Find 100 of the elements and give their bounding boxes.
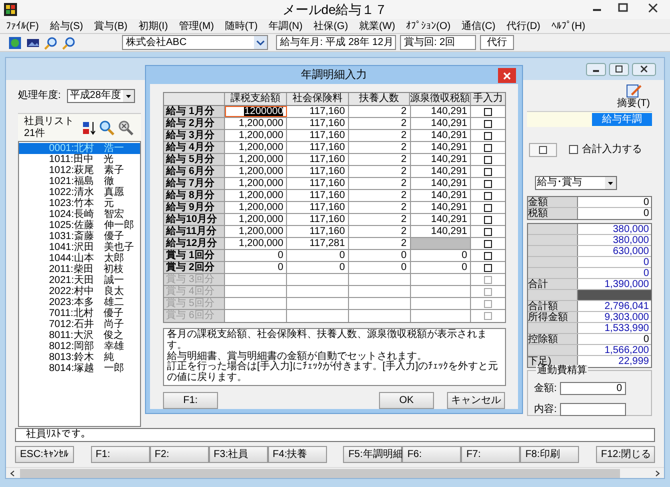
employee-item[interactable]: 1021:福島 徹	[19, 176, 140, 187]
sort-icon[interactable]	[82, 120, 96, 136]
proxy-button[interactable]: 代行	[480, 35, 514, 50]
checkbox[interactable]	[484, 120, 492, 128]
employee-item[interactable]: 7011:北村 優子	[19, 308, 140, 319]
checkbox[interactable]	[484, 204, 492, 212]
employee-item[interactable]: 1022:清水 真愿	[19, 187, 140, 198]
cancel-button[interactable]: キャンセル	[447, 392, 505, 409]
table-cell: 1,200,000	[224, 238, 288, 249]
window-title: メールde給与１７	[282, 2, 388, 18]
employee-item[interactable]: 2011:柴田 初枝	[19, 264, 140, 275]
checkbox[interactable]	[484, 180, 492, 188]
checkbox[interactable]	[484, 264, 492, 272]
year-select[interactable]: 平成28年度	[66, 88, 135, 102]
memo-field[interactable]	[560, 403, 626, 416]
menu-item[interactable]: 通信(C)	[462, 20, 496, 32]
magnifier-icon[interactable]	[62, 36, 76, 50]
function-key-button[interactable]: F2:	[150, 446, 209, 463]
column-header: 手入力	[472, 93, 504, 105]
employee-item[interactable]: 1023:竹本 元	[19, 198, 140, 209]
checkbox[interactable]	[569, 145, 578, 154]
employee-item[interactable]: 1011:田中 光	[19, 154, 140, 165]
function-key-button[interactable]: F3:社員	[208, 446, 268, 463]
employee-item[interactable]: 1041:沢田 美也子	[19, 242, 140, 253]
checkbox[interactable]	[484, 156, 492, 164]
employee-item[interactable]: 7012:石井 尚子	[19, 319, 140, 330]
menu-item[interactable]: 給与(S)	[50, 20, 84, 32]
checkbox[interactable]	[484, 228, 492, 236]
table-cell: 140,291	[410, 226, 472, 237]
function-key-button[interactable]: F8:印刷	[520, 446, 580, 463]
employee-item[interactable]: 1025:佐藤 伸一郎	[19, 220, 140, 231]
table-cell: 117,160	[287, 226, 349, 237]
employee-item[interactable]: 8014:塚越 一郎	[19, 363, 140, 374]
table-cell: 1,200,000	[224, 142, 288, 153]
table-cell: 0	[348, 262, 411, 273]
restore-icon[interactable]	[609, 62, 629, 76]
table-cell: 1,200,000	[224, 130, 288, 141]
column-header: 社会保険料	[287, 93, 349, 105]
employee-item[interactable]: 1044:山本 太郎	[19, 253, 140, 264]
checkbox[interactable]	[484, 252, 492, 260]
employee-item[interactable]: 2023:本多 雄二	[19, 297, 140, 308]
menu-item[interactable]: 管理(M)	[178, 20, 214, 32]
employee-item[interactable]: 2021:天田 誠一	[19, 275, 140, 286]
search-icon[interactable]	[99, 120, 115, 136]
menu-item[interactable]: 年調(N)	[268, 20, 303, 32]
ok-button[interactable]: OK	[379, 392, 434, 409]
checkbox[interactable]	[484, 168, 492, 176]
close-button[interactable]	[498, 68, 516, 83]
menu-item[interactable]: 随時(T)	[224, 20, 258, 32]
menu-item[interactable]: ﾌｧｲﾙ(F)	[6, 20, 39, 32]
row-label: 賞与 1回分	[164, 250, 225, 261]
toggle-button[interactable]	[529, 142, 557, 156]
menu-item[interactable]: 代行(D)	[506, 20, 540, 32]
menu-item[interactable]: ｵﾌﾟｼｮﾝ(O)	[406, 20, 451, 32]
summary-button[interactable]: 摘要(T)	[617, 82, 650, 109]
employee-item[interactable]: 1024:長崎 智宏	[19, 209, 140, 220]
employee-item[interactable]: 8012:岡部 幸雄	[19, 341, 140, 352]
group-title: 通勤費精算	[536, 365, 588, 376]
function-key-button[interactable]: F5:年調明細	[343, 446, 402, 463]
employee-item[interactable]: 8013:鈴木 純	[19, 352, 140, 363]
function-key-button[interactable]: F12:閉じる	[596, 446, 655, 463]
function-key-button[interactable]: F6:	[402, 446, 462, 463]
menu-item[interactable]: 賞与(B)	[94, 20, 128, 32]
function-key-button[interactable]: F7:	[461, 446, 520, 463]
checkbox-label: 合計入力する	[582, 142, 642, 157]
function-key-button[interactable]: F4:扶養	[268, 446, 327, 463]
globe-icon[interactable]	[8, 36, 22, 50]
help-button[interactable]: F1:	[163, 392, 218, 409]
horizontal-scrollbar[interactable]	[6, 467, 664, 478]
checkbox[interactable]	[484, 108, 492, 116]
company-select[interactable]: 株式会社ABC	[122, 35, 268, 50]
checkbox[interactable]	[484, 144, 492, 152]
menu-item[interactable]: 社保(G)	[314, 20, 348, 32]
amount-label: 金額:	[534, 382, 558, 396]
employee-item[interactable]: 1031:斎藤 優子	[19, 231, 140, 242]
category-select[interactable]: 給与･賞与	[535, 176, 617, 190]
search-clear-icon[interactable]	[118, 120, 134, 136]
function-key-button[interactable]: ESC:ｷｬﾝｾﾙ	[15, 446, 74, 463]
value-cell-text: 0	[642, 208, 650, 219]
amount-field[interactable]: 0	[560, 382, 626, 395]
function-key-button[interactable]: F1:	[90, 446, 150, 463]
employee-item[interactable]: 8011:大沢 俊之	[19, 330, 140, 341]
checkbox[interactable]	[484, 240, 492, 248]
label-cell	[528, 345, 578, 355]
minimize-icon[interactable]	[586, 62, 606, 76]
employee-item[interactable]: 2022:村中 良太	[19, 286, 140, 297]
description-line: 各月の課税支給額、社会保険料、扶養人数、源泉徴収税額が表示されます。	[167, 330, 488, 351]
checkbox[interactable]	[484, 192, 492, 200]
checkbox[interactable]	[484, 132, 492, 140]
close-icon[interactable]	[632, 62, 656, 76]
menu-item[interactable]: ﾍﾙﾌﾟ(H)	[551, 20, 586, 32]
label-cell	[528, 268, 578, 278]
employee-item[interactable]: 1012:萩尾 素子	[19, 165, 140, 176]
menu-item[interactable]: 就業(W)	[359, 20, 396, 32]
magnifier-icon[interactable]	[44, 36, 58, 50]
checkbox[interactable]	[484, 216, 492, 224]
menu-item[interactable]: 初期(I)	[138, 20, 168, 32]
label-cell: 合計額	[528, 301, 578, 311]
table-cell: 2	[348, 154, 411, 165]
table-cell: 117,160	[287, 214, 349, 225]
